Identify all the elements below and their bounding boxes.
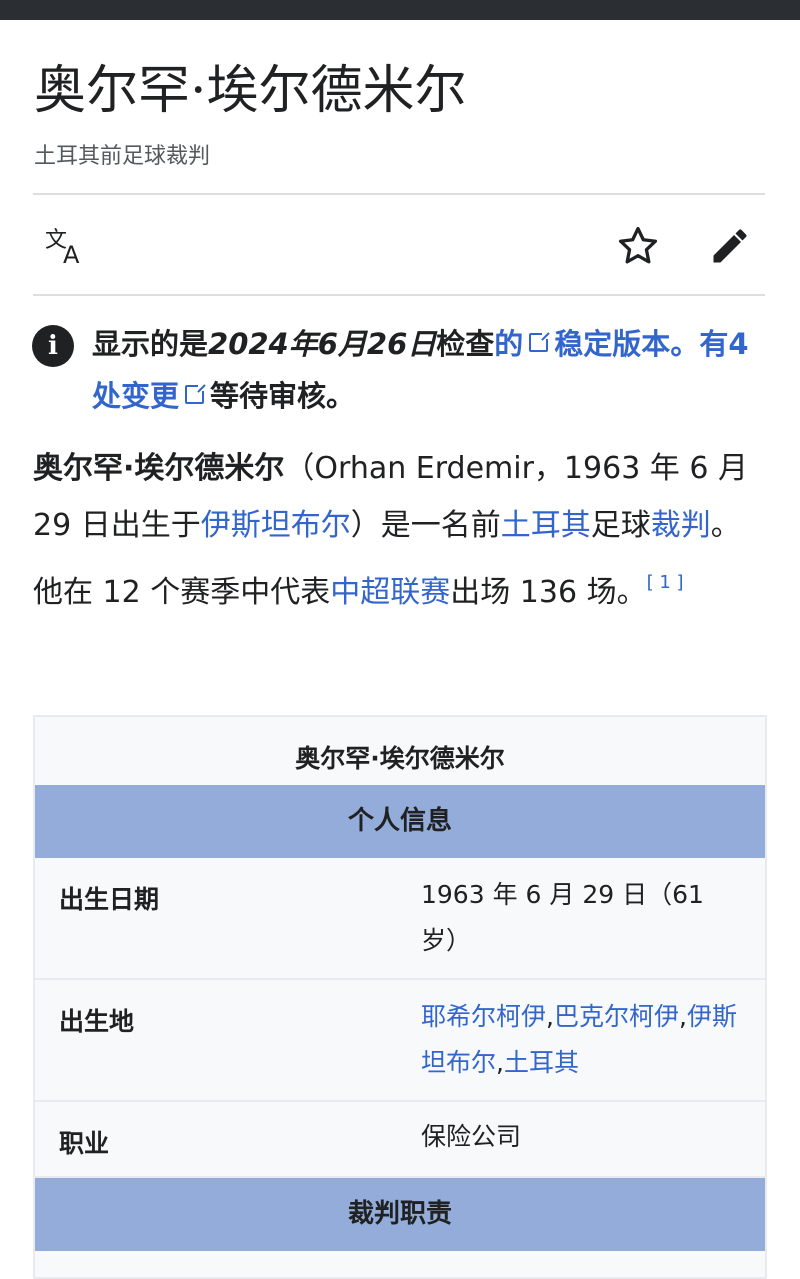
page-title: 奥尔罕·埃尔德米尔 [34,61,467,121]
notice-link-the[interactable]: 的 [494,327,523,361]
birthplace-link-turkey[interactable]: 土耳其 [504,1048,579,1077]
separator: , [678,1002,687,1031]
lead-text: 出场 136 场。 [450,575,647,610]
occupation-value: 保险公司 [421,1122,522,1151]
birthplace-link[interactable]: 伊斯坦布尔 [201,508,351,543]
birthplace-link-yesilkoy[interactable]: 耶希尔柯伊 [421,1002,546,1031]
page-subtitle: 土耳其前足球裁判 [34,144,211,169]
born-label: 出生日期 [59,885,160,914]
infobox-row-born: 出生日期 1963 年 6 月 29 日（61 岁） [35,858,765,980]
infobox-caption: 奥尔罕·埃尔德米尔 [295,744,505,773]
referee-link[interactable]: 裁判 [651,508,711,543]
divider [33,193,765,195]
separator: , [496,1048,504,1077]
external-link-icon [185,383,207,404]
infobox-section-referee: 裁判职责 [35,1178,765,1251]
divider [33,294,765,296]
infobox-row-birthplace: 出生地 耶希尔柯伊,巴克尔柯伊,伊斯坦布尔,土耳其 [35,980,765,1102]
notice-checked: 检查 [436,327,495,361]
notice-text: 显示的是2024年6月26日检查的 稳定版本。有4 处变更 等待审核。 [92,318,752,422]
notice-prefix: 显示的是 [92,327,209,361]
lead-name: 奥尔罕·埃尔德米尔 [33,451,285,486]
infobox-section-personal: 个人信息 [35,785,765,858]
infobox-row-occupation: 职业 保险公司 [35,1102,765,1178]
occupation-label: 职业 [59,1129,110,1158]
external-link-icon [529,331,551,352]
birthplace-link-bakirkoy[interactable]: 巴克尔柯伊 [554,1002,679,1031]
page-toolbar: 文 A [33,197,765,295]
translate-icon[interactable]: 文 A [41,223,87,269]
separator: , [546,1002,554,1031]
country-link[interactable]: 土耳其 [501,508,591,543]
notice-date: 2024年6月26日 [208,327,437,361]
stable-version-link[interactable]: 稳定版本 [554,327,670,361]
star-icon[interactable] [615,223,661,269]
birthplace-label: 出生地 [59,1007,135,1036]
info-icon: i [32,325,74,367]
pencil-icon[interactable] [707,223,753,269]
infobox: 奥尔罕·埃尔德米尔 个人信息 出生日期 1963 年 6 月 29 日（61 岁… [33,715,767,1279]
league-link[interactable]: 中超联赛 [330,575,450,610]
reference-link[interactable]: [ 1 ] [647,572,684,593]
svg-text:A: A [63,241,80,269]
lead-text: 足球 [590,508,651,543]
notice-suffix: 等待审核。 [210,379,356,413]
notice-period[interactable]: 。 [670,327,699,361]
born-value: 1963 年 6 月 29 日（61 岁） [421,880,704,955]
lead-text: ）是一名前 [350,508,501,543]
birthplace-value: 耶希尔柯伊,巴克尔柯伊,伊斯坦布尔,土耳其 [421,994,741,1086]
lead-paragraph: 奥尔罕·埃尔德米尔（Orhan Erdemir，1963 年 6 月 29 日出… [33,440,768,621]
status-bar [0,0,800,20]
